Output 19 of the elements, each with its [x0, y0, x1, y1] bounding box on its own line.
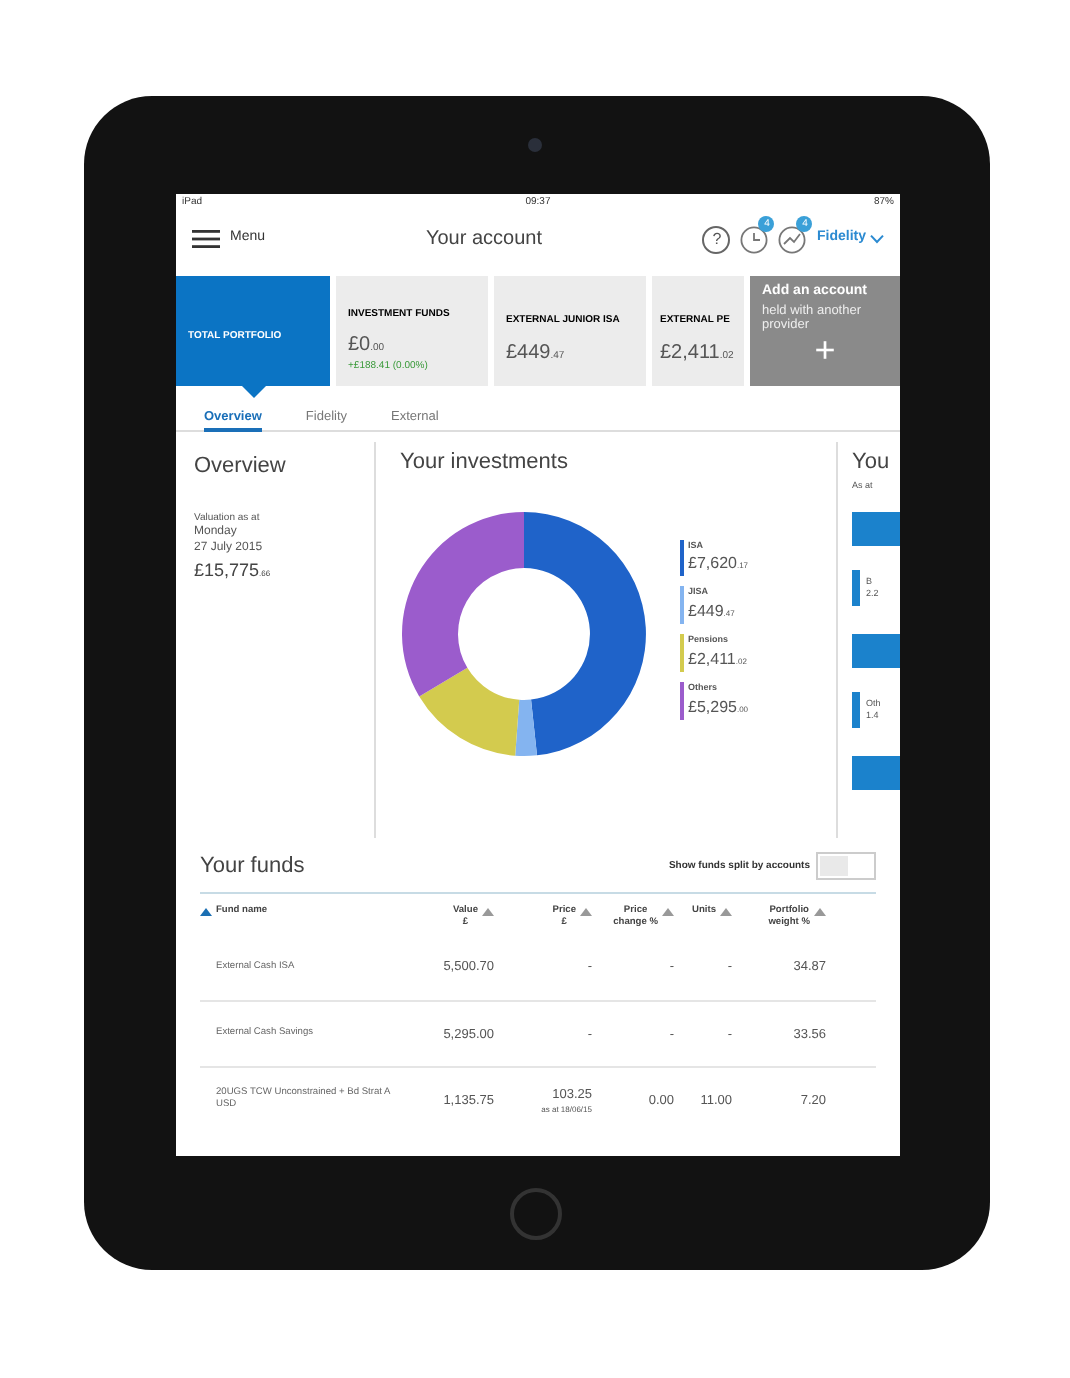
section-title: Overview — [194, 452, 288, 482]
camera-icon — [528, 138, 542, 152]
toggle-switch[interactable] — [816, 852, 876, 881]
bar-block — [852, 756, 900, 791]
home-button[interactable] — [510, 1188, 562, 1240]
bar-block — [852, 634, 900, 669]
section-title: Your investments — [400, 448, 570, 478]
selection-pointer — [242, 386, 266, 398]
help-button[interactable]: ? — [702, 225, 731, 253]
section-title: Your funds — [200, 852, 305, 882]
clock-icon — [740, 225, 769, 253]
bar-block — [852, 512, 900, 547]
section-title: You — [852, 448, 892, 478]
chart-icon — [778, 225, 807, 253]
bar-marker — [852, 692, 860, 729]
page-title: Your account — [423, 226, 544, 254]
bar-marker — [852, 570, 860, 607]
menu-icon — [192, 230, 220, 248]
chevron-down-icon — [870, 234, 884, 244]
